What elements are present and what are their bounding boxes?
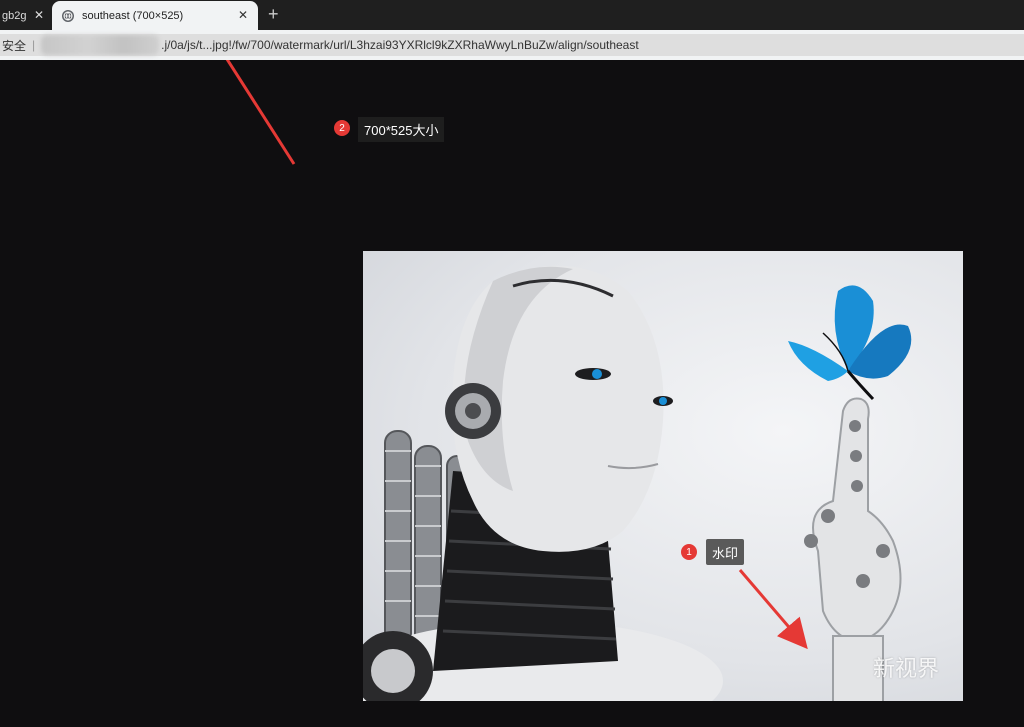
tab-inactive[interactable]: gb2g ✕ [0, 1, 52, 30]
address-bar: 安全 | .j/0a/js/t...jpg!/fw/700/watermark/… [0, 30, 1024, 60]
close-icon[interactable]: ✕ [34, 8, 44, 22]
security-label[interactable]: 安全 [0, 37, 26, 54]
globe-icon [62, 9, 74, 22]
close-icon[interactable]: ✕ [238, 8, 248, 22]
divider: | [32, 38, 36, 52]
arrow-to-watermark [738, 569, 808, 650]
redacted-url-part [41, 35, 160, 55]
new-tab-plus-icon[interactable]: + [268, 4, 279, 24]
tab-active[interactable]: southeast (700×525) ✕ [52, 1, 258, 30]
page-content: 2 700*525大小 新视界 1 水印 [0, 60, 1024, 727]
tab-title: gb2g [2, 9, 27, 22]
tab-strip: gb2g ✕ southeast (700×525) ✕ + [0, 0, 1024, 30]
annotation-arrows [225, 60, 808, 650]
arrow-to-tab [225, 60, 296, 165]
url-field[interactable]: 安全 | .j/0a/js/t...jpg!/fw/700/watermark/… [0, 34, 1024, 56]
tab-title: southeast (700×525) [82, 9, 184, 22]
url-text[interactable]: .j/0a/js/t...jpg!/fw/700/watermark/url/L… [161, 38, 639, 52]
